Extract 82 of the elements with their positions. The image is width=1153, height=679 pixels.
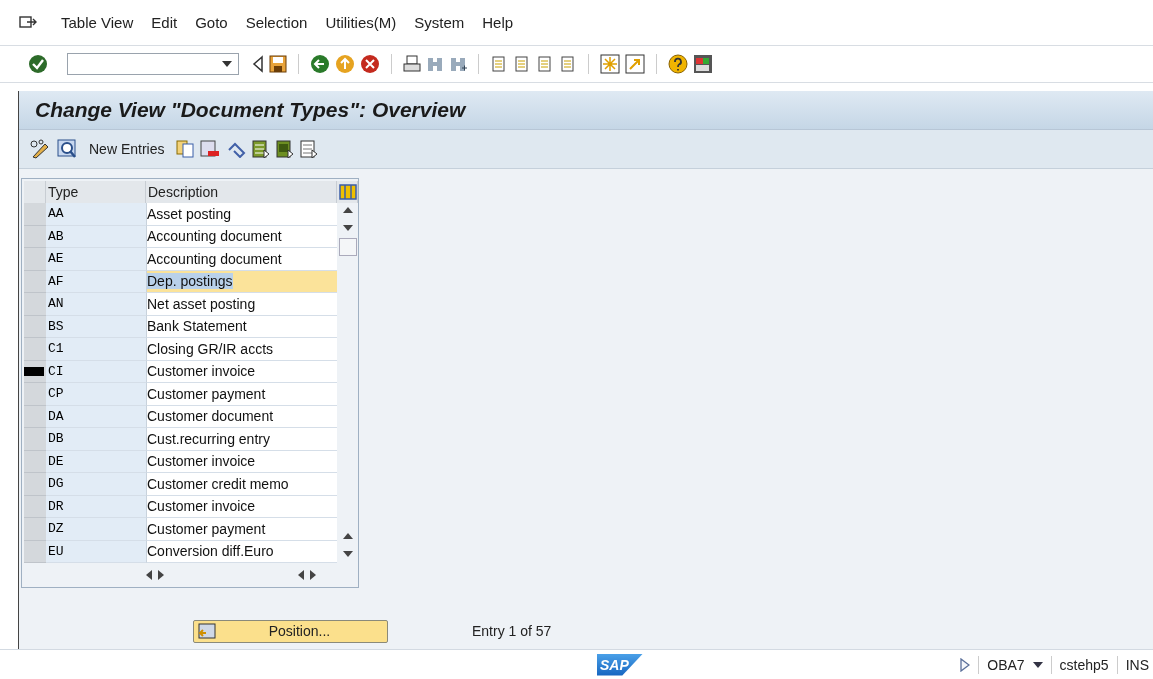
dropdown-icon[interactable] xyxy=(222,61,232,67)
print-icon[interactable] xyxy=(403,55,421,73)
position-button[interactable]: Position... xyxy=(193,619,388,643)
type-cell: CP xyxy=(46,383,146,406)
type-cell: AE xyxy=(46,248,146,271)
menu-item[interactable]: Table View xyxy=(52,10,143,35)
scroll-right-icon[interactable] xyxy=(158,570,164,580)
type-cell: DR xyxy=(46,495,146,518)
column-header[interactable]: Description xyxy=(146,181,337,203)
exit-icon[interactable] xyxy=(335,54,355,74)
type-cell: EU xyxy=(46,540,146,563)
description-field[interactable]: Customer credit memo xyxy=(146,473,337,496)
type-cell: AA xyxy=(46,203,146,226)
description-field[interactable]: Customer invoice xyxy=(146,360,337,383)
transaction-code[interactable]: OBA7 xyxy=(987,656,1025,673)
save-icon[interactable] xyxy=(269,55,287,73)
help-icon[interactable] xyxy=(668,54,688,74)
check-icon[interactable] xyxy=(28,54,48,74)
description-field[interactable]: Asset posting xyxy=(146,203,337,226)
description-field[interactable]: Customer payment xyxy=(146,518,337,541)
scroll-left-icon[interactable] xyxy=(298,570,304,580)
description-field[interactable]: Customer invoice xyxy=(146,450,337,473)
entry-counter: Entry 1 of 57 xyxy=(472,623,552,639)
type-cell: DG xyxy=(46,473,146,496)
description-field[interactable]: Cust.recurring entry xyxy=(146,428,337,451)
copy-icon[interactable] xyxy=(176,140,195,158)
type-cell: DE xyxy=(46,450,146,473)
dropdown-icon[interactable] xyxy=(1032,661,1043,668)
type-cell: CI xyxy=(46,360,146,383)
column-settings-icon[interactable] xyxy=(339,184,357,200)
description-field[interactable]: Customer payment xyxy=(146,383,337,406)
scroll-right-icon[interactable] xyxy=(310,570,316,580)
type-cell: BS xyxy=(46,315,146,338)
new-session-icon[interactable] xyxy=(600,54,620,74)
description-field[interactable]: Closing GR/IR accts xyxy=(146,338,337,361)
select-all-icon[interactable] xyxy=(252,140,271,158)
type-cell: DZ xyxy=(46,518,146,541)
description-field[interactable]: Dep. postings xyxy=(146,270,337,293)
screen-title: Change View "Document Types": Overview xyxy=(35,98,466,122)
description-field[interactable]: Bank Statement xyxy=(146,315,337,338)
input-mode: INS xyxy=(1125,656,1149,673)
description-field[interactable]: Net asset posting xyxy=(146,293,337,316)
description-field[interactable]: Conversion diff.Euro xyxy=(146,540,337,563)
menu-item[interactable]: Edit xyxy=(142,10,187,35)
layout-icon[interactable] xyxy=(693,54,713,74)
shortcut-icon[interactable] xyxy=(625,54,645,74)
type-cell: AN xyxy=(46,293,146,316)
scroll-down-icon[interactable] xyxy=(342,225,353,231)
column-header[interactable]: Type xyxy=(46,181,146,203)
scroll-left-icon[interactable] xyxy=(146,570,152,580)
scroll-down-icon[interactable] xyxy=(342,551,353,557)
command-field[interactable] xyxy=(67,53,239,75)
scroll-up-icon[interactable] xyxy=(342,207,353,213)
menu-item[interactable]: Help xyxy=(473,10,523,35)
system-name: cstehp5 xyxy=(1059,656,1109,673)
new-entries-button[interactable]: New Entries xyxy=(83,139,171,159)
expand-status-icon[interactable] xyxy=(960,657,971,672)
deselect-all-icon[interactable] xyxy=(300,140,319,158)
menu-item[interactable]: Utilities(M) xyxy=(316,10,406,35)
menu-item[interactable]: System xyxy=(405,10,474,35)
delete-row-icon[interactable] xyxy=(200,140,221,158)
menu-item[interactable]: Selection xyxy=(236,10,317,35)
triangle-left-icon[interactable] xyxy=(252,55,264,73)
position-icon[interactable] xyxy=(198,623,216,639)
type-cell: AF xyxy=(46,270,146,293)
description-field[interactable]: Accounting document xyxy=(146,225,337,248)
description-field[interactable]: Customer document xyxy=(146,405,337,428)
scroll-up-icon[interactable] xyxy=(342,533,353,539)
scroll-thumb[interactable] xyxy=(338,238,357,256)
description-field[interactable]: Customer invoice xyxy=(146,495,337,518)
type-cell: C1 xyxy=(46,338,146,361)
menu-item[interactable]: Goto xyxy=(186,10,237,35)
back-icon[interactable] xyxy=(310,54,330,74)
description-field[interactable]: Accounting document xyxy=(146,248,337,271)
type-cell: AB xyxy=(46,225,146,248)
type-cell: DB xyxy=(46,428,146,451)
select-block-icon[interactable] xyxy=(276,140,295,158)
type-cell: DA xyxy=(46,405,146,428)
sap-logo: SAP xyxy=(597,653,643,676)
row-selector[interactable] xyxy=(24,360,46,383)
display-icon[interactable] xyxy=(57,139,77,159)
cancel-icon[interactable] xyxy=(360,54,380,74)
